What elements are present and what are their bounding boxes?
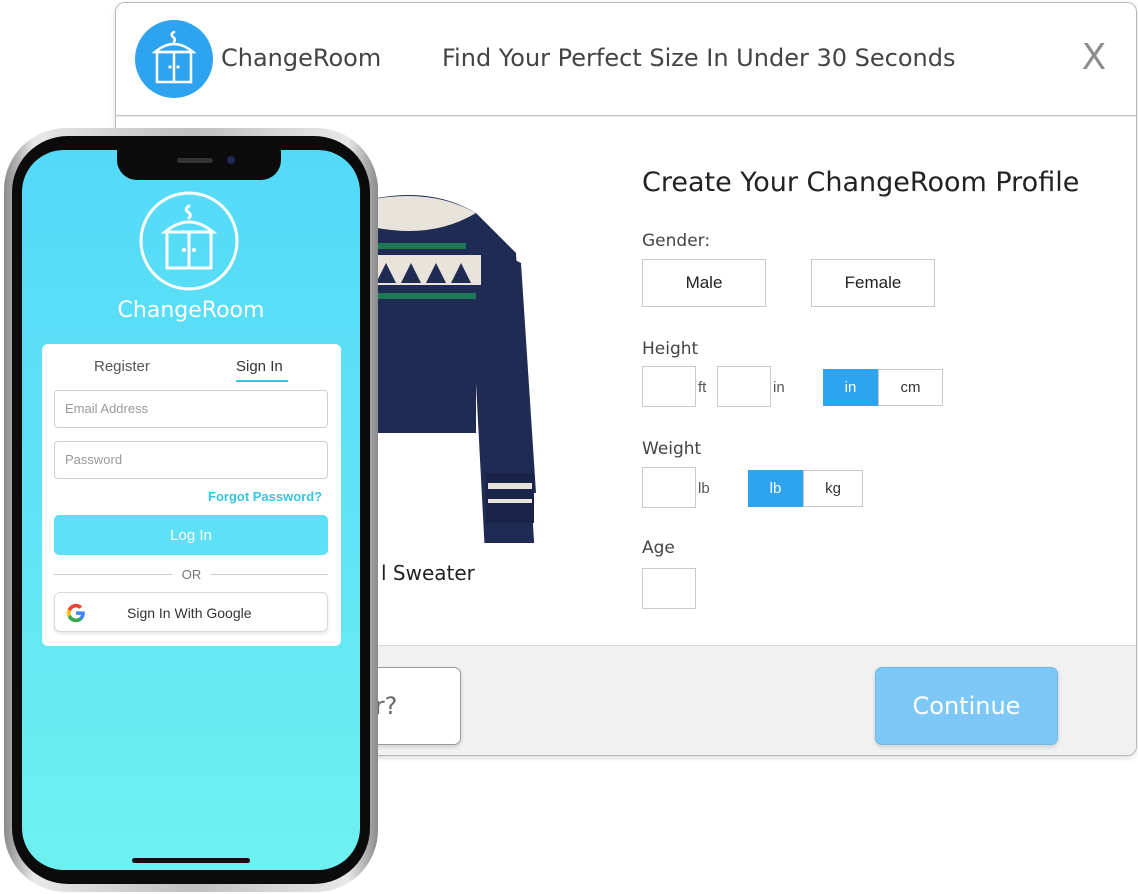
weight-label: Weight (642, 439, 702, 459)
email-field[interactable]: Email Address (54, 390, 328, 428)
tagline: Find Your Perfect Size In Under 30 Secon… (442, 44, 956, 72)
or-label: OR (181, 567, 202, 582)
camera-icon (227, 156, 235, 164)
height-unit-in-toggle[interactable]: in (823, 369, 878, 406)
close-icon[interactable]: X (1078, 38, 1110, 78)
forgot-password-link[interactable]: Forgot Password? (208, 489, 322, 504)
password-field[interactable]: Password (54, 441, 328, 479)
height-feet-input[interactable] (642, 366, 696, 407)
sign-in-card: Register Sign In Email Address Password … (42, 344, 341, 646)
home-indicator (132, 858, 250, 863)
google-sign-in-button[interactable]: Sign In With Google (54, 592, 328, 632)
height-label: Height (642, 339, 699, 359)
height-inches-input[interactable] (717, 366, 771, 407)
changeroom-logo-icon (135, 20, 213, 98)
height-unit-cm-toggle[interactable]: cm (878, 369, 943, 406)
active-tab-indicator (236, 380, 288, 382)
changeroom-app-logo-icon (139, 191, 239, 291)
form-title: Create Your ChangeRoom Profile (642, 167, 1080, 198)
brand-name: ChangeRoom (221, 44, 382, 72)
feet-unit-label: ft (698, 379, 707, 396)
age-label: Age (642, 538, 675, 558)
continue-button[interactable]: Continue (875, 667, 1058, 745)
speaker-icon (177, 158, 213, 163)
weight-input[interactable] (642, 467, 696, 508)
log-in-button[interactable]: Log In (54, 515, 328, 555)
gender-label: Gender: (642, 231, 711, 251)
weight-unit-lb-toggle[interactable]: lb (748, 470, 803, 507)
phone-notch (117, 150, 281, 180)
app-name: ChangeRoom (117, 298, 265, 323)
modal-header: ChangeRoom Find Your Perfect Size In Und… (116, 3, 1136, 116)
age-input[interactable] (642, 568, 696, 609)
product-name: l Sweater (381, 561, 475, 585)
gender-female-button[interactable]: Female (811, 259, 935, 307)
weight-unit-label: lb (698, 480, 710, 497)
phone-mockup: ChangeRoom Register Sign In Email Addres… (0, 128, 382, 894)
google-icon (66, 603, 85, 623)
inches-unit-label: in (773, 379, 785, 396)
tab-register[interactable]: Register (94, 358, 150, 375)
tab-sign-in[interactable]: Sign In (236, 358, 283, 375)
phone-screen: ChangeRoom Register Sign In Email Addres… (22, 150, 360, 870)
weight-unit-kg-toggle[interactable]: kg (803, 470, 863, 507)
gender-male-button[interactable]: Male (642, 259, 766, 307)
google-sign-in-label: Sign In With Google (127, 605, 252, 621)
